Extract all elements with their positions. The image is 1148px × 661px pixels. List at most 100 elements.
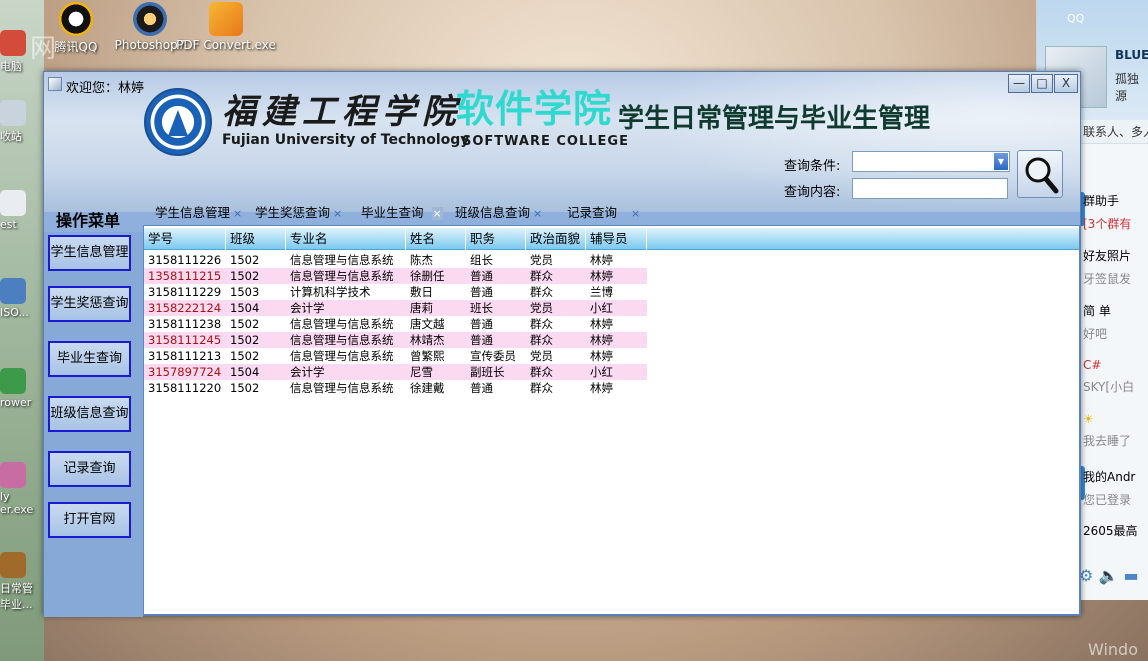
table-cell: 3158111213 — [148, 349, 222, 363]
table-cell: 1504 — [230, 365, 260, 379]
tab-student-info[interactable]: 学生信息管理 × — [155, 203, 242, 225]
tab-label: 学生奖惩查询 — [255, 205, 331, 220]
close-icon[interactable]: × — [533, 207, 542, 220]
table-cell: 3158111245 — [148, 333, 222, 347]
column-header[interactable]: 姓名 — [406, 228, 466, 250]
table-row[interactable]: 1358111215 1502 信息管理与信息系统 徐删任 普通 群众 林婷 — [144, 268, 647, 284]
column-header[interactable]: 职务 — [466, 228, 526, 250]
college-name-en: SOFTWARE COLLEGE — [462, 134, 629, 149]
desktop-icon-computer[interactable]: 电脑 — [0, 30, 26, 74]
table-row[interactable]: 3158111226 1502 信息管理与信息系统 陈杰 组长 党员 林婷 — [144, 252, 647, 268]
qq-list-item[interactable]: 好友照片 牙签鼠发 — [1083, 247, 1148, 287]
volume-icon[interactable]: 🔈 — [1098, 566, 1118, 585]
qq-list-item[interactable]: C# SKY[小白 — [1083, 358, 1148, 395]
folder-icon[interactable]: ▬ — [1123, 566, 1138, 585]
qq-nickname: BLUE — [1115, 48, 1148, 62]
file-icon — [0, 190, 26, 216]
table-cell: 1502 — [230, 349, 260, 363]
table-cell: 群众 — [530, 317, 553, 331]
table-row[interactable]: 3158111245 1502 信息管理与信息系统 林靖杰 普通 群众 林婷 — [144, 332, 647, 348]
close-icon[interactable]: × — [233, 207, 242, 220]
close-icon[interactable]: × — [631, 207, 640, 220]
app-icon — [0, 552, 26, 578]
table-cell: 林婷 — [590, 333, 613, 347]
menu-button-student-info[interactable]: 学生信息管理 — [48, 235, 131, 271]
settings-icon[interactable]: ⚙ — [1079, 566, 1093, 585]
query-content-input[interactable] — [852, 178, 1008, 199]
windows-watermark: Windo — [1088, 640, 1138, 659]
qq-list-item[interactable]: 群助手 [3个群有 — [1083, 192, 1148, 232]
maximize-button[interactable]: □ — [1031, 74, 1053, 93]
table-cell: 1504 — [230, 301, 260, 315]
menu-button-class-info[interactable]: 班级信息查询 — [48, 396, 131, 432]
chevron-down-icon[interactable]: ▼ — [994, 153, 1008, 170]
window-controls: — □ X — [1007, 74, 1078, 93]
table-row[interactable]: 3158111238 1502 信息管理与信息系统 唐文越 普通 群众 林婷 — [144, 316, 647, 332]
table-cell: 尼雪 — [410, 365, 433, 379]
table-cell: 党员 — [530, 301, 553, 315]
tab-graduates[interactable]: 毕业生查询 × — [361, 203, 443, 225]
table-cell: 徐建戴 — [410, 381, 445, 395]
table-row[interactable]: 3158222124 1504 会计学 唐莉 班长 党员 小红 — [144, 300, 647, 316]
qq-list-item[interactable]: 我的Andr 您已登录 — [1083, 468, 1148, 508]
column-header[interactable]: 专业名 — [286, 228, 406, 250]
qq-item-title: 简 单 — [1083, 304, 1111, 318]
desktop-icon-label: 电脑 — [0, 60, 22, 73]
close-icon[interactable]: × — [431, 207, 443, 220]
desktop-icon-iso[interactable]: ISO... — [0, 278, 29, 319]
qq-list-item[interactable]: ☀ 我去睡了 — [1083, 412, 1148, 449]
desktop-icon-management[interactable]: 日常管 毕业... — [0, 552, 40, 612]
table-cell: 群众 — [530, 285, 553, 299]
qq-list-item[interactable]: 简 单 好吧 — [1083, 302, 1148, 342]
table-cell: 群众 — [530, 381, 553, 395]
table-row[interactable]: 3158111229 1503 计算机科学技术 敷日 普通 群众 兰博 — [144, 284, 647, 300]
close-icon[interactable]: × — [333, 207, 342, 220]
table-cell: 1502 — [230, 253, 260, 267]
table-row[interactable]: 3157897724 1504 会计学 尼雪 副班长 群众 小红 — [144, 364, 647, 380]
browser-icon — [0, 368, 26, 394]
table-cell: 信息管理与信息系统 — [290, 269, 394, 283]
tab-rewards[interactable]: 学生奖惩查询 × — [255, 203, 342, 225]
qq-list-item[interactable]: 2605最高 — [1083, 522, 1148, 539]
column-header[interactable]: 学号 — [144, 228, 226, 250]
query-condition-select[interactable]: ▼ — [852, 151, 1010, 172]
menu-button-graduates[interactable]: 毕业生查询 — [48, 341, 131, 377]
tab-label: 记录查询 — [567, 205, 618, 220]
minimize-button[interactable]: — — [1008, 74, 1030, 93]
close-button[interactable]: X — [1054, 74, 1078, 93]
table-cell: 信息管理与信息系统 — [290, 253, 394, 267]
menu-button-website[interactable]: 打开官网 — [48, 502, 131, 538]
tab-class-info[interactable]: 班级信息查询 × — [455, 203, 542, 225]
table-cell: 兰博 — [590, 285, 613, 299]
table-cell: 信息管理与信息系统 — [290, 333, 394, 347]
tab-records[interactable]: 记录查询 × — [567, 203, 640, 225]
table-row[interactable]: 3158111220 1502 信息管理与信息系统 徐建戴 普通 群众 林婷 — [144, 380, 647, 396]
table-cell: 1358111215 — [148, 269, 222, 283]
tab-label: 毕业生查询 — [361, 205, 424, 220]
table-row[interactable]: 3158111213 1502 信息管理与信息系统 曾繁熙 宣传委员 党员 林婷 — [144, 348, 647, 364]
desktop-icon-test[interactable]: est — [0, 190, 26, 231]
table-cell: 徐删任 — [410, 269, 445, 283]
desktop-icon-label: 日常管 毕业... — [0, 582, 33, 611]
column-header[interactable]: 政治面貌 — [526, 228, 586, 250]
title-bar[interactable]: 欢迎您：林婷 — □ X — [44, 72, 1080, 100]
student-table[interactable]: 学号 班级 专业名 姓名 职务 政治面貌 辅导员 3158111226 1502 信… — [143, 225, 1080, 615]
column-header[interactable]: 辅导员 — [586, 228, 647, 250]
qq-item-sub: 我去睡了 — [1083, 434, 1132, 448]
search-button[interactable] — [1017, 150, 1063, 198]
table-cell: 党员 — [530, 349, 553, 363]
menu-button-rewards[interactable]: 学生奖惩查询 — [48, 286, 131, 322]
desktop-icon-browser[interactable]: rower — [0, 368, 31, 409]
table-cell: 1502 — [230, 381, 260, 395]
qq-title: QQ — [1067, 12, 1085, 25]
table-cell: 群众 — [530, 269, 553, 283]
table-cell: 林婷 — [590, 381, 613, 395]
menu-button-records[interactable]: 记录查询 — [48, 451, 131, 487]
column-header[interactable]: 班级 — [226, 228, 286, 250]
desktop-icon-pdf[interactable]: PDF Convert.exe — [176, 2, 276, 52]
qq-item-title: 好友照片 — [1083, 249, 1132, 263]
query-condition-label: 查询条件: — [784, 159, 841, 174]
table-cell: 普通 — [470, 381, 493, 395]
desktop-icon-exe[interactable]: ly er.exe — [0, 462, 40, 516]
desktop-icon-recycle-bin[interactable]: 收站 — [0, 100, 26, 144]
